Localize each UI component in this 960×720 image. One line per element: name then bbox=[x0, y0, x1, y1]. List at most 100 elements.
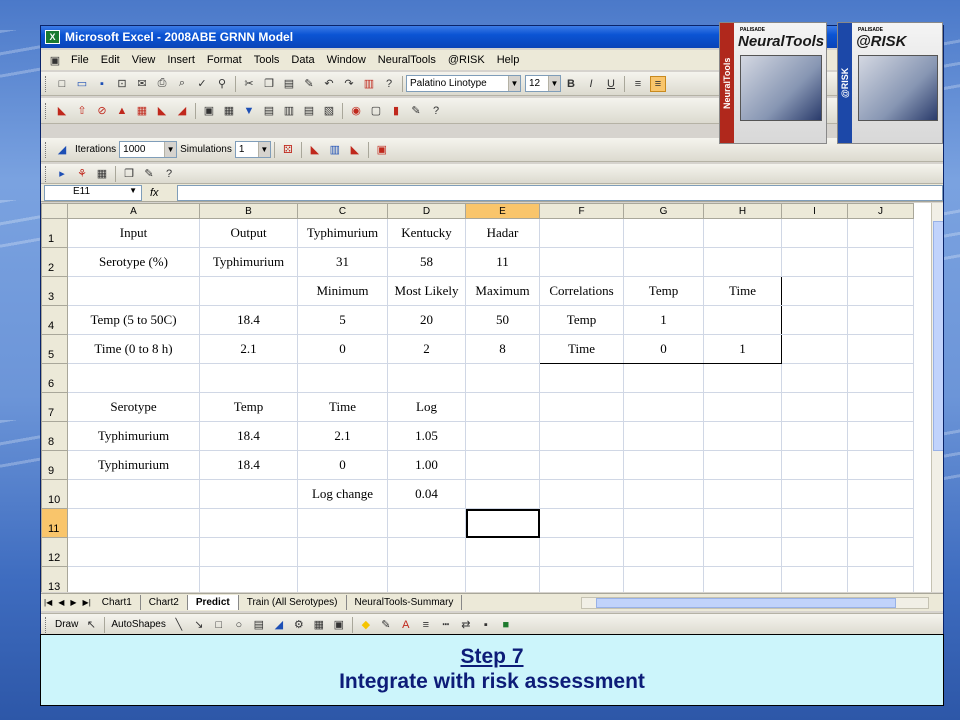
column-header-e[interactable]: E bbox=[465, 203, 540, 219]
random-seed-icon[interactable]: ⚄ bbox=[280, 142, 296, 158]
cell-b2[interactable]: Typhimurium bbox=[199, 247, 298, 277]
scroll-thumb[interactable] bbox=[596, 598, 896, 608]
cell-d10[interactable]: 0.04 bbox=[387, 479, 466, 509]
spelling-icon[interactable]: ✓ bbox=[194, 76, 210, 92]
books-icon[interactable]: ▮ bbox=[388, 103, 404, 119]
cell-j8[interactable] bbox=[847, 421, 914, 451]
tab-neuraltools-summary[interactable]: NeuralTools-Summary bbox=[347, 595, 463, 610]
chevron-down-icon[interactable]: ▼ bbox=[548, 76, 560, 91]
row-header-9[interactable]: 9 bbox=[41, 450, 68, 480]
add-output-icon[interactable]: ▦ bbox=[94, 166, 110, 182]
name-box[interactable]: E11 ▼ bbox=[44, 184, 142, 201]
cell-h8[interactable] bbox=[703, 421, 782, 451]
toolbar-grip[interactable] bbox=[45, 141, 48, 158]
cell-b8[interactable]: 18.4 bbox=[199, 421, 298, 451]
next-sheet-icon[interactable]: ▶ bbox=[70, 598, 76, 607]
row-header-10[interactable]: 10 bbox=[41, 479, 68, 509]
row-header-4[interactable]: 4 bbox=[41, 305, 68, 335]
cell-g6[interactable] bbox=[623, 363, 704, 393]
new-icon[interactable]: □ bbox=[54, 76, 70, 92]
cell-a11[interactable] bbox=[67, 508, 200, 538]
column-header-c[interactable]: C bbox=[297, 203, 388, 219]
cell-a9[interactable]: Typhimurium bbox=[67, 450, 200, 480]
cell-g8[interactable] bbox=[623, 421, 704, 451]
menu-tools[interactable]: Tools bbox=[248, 54, 286, 66]
cell-j7[interactable] bbox=[847, 392, 914, 422]
cell-j5[interactable] bbox=[847, 334, 914, 364]
cell-i7[interactable] bbox=[781, 392, 848, 422]
cell-a7[interactable]: Serotype bbox=[67, 392, 200, 422]
graph-icon[interactable]: ▧ bbox=[321, 103, 337, 119]
cell-i4[interactable] bbox=[781, 305, 848, 335]
insert-function-icon[interactable]: ⚘ bbox=[74, 166, 90, 182]
cell-d12[interactable] bbox=[387, 537, 466, 567]
cell-a1[interactable]: Input bbox=[67, 218, 200, 248]
formula-input[interactable] bbox=[176, 184, 943, 201]
column-header-i[interactable]: I bbox=[781, 203, 848, 219]
autoshapes-menu[interactable]: AutoShapes bbox=[111, 619, 166, 630]
filter-icon[interactable]: ▼ bbox=[241, 103, 257, 119]
underline-button[interactable]: U bbox=[603, 76, 619, 92]
sensitivity-icon[interactable]: ◣ bbox=[347, 142, 363, 158]
horizontal-scrollbar[interactable] bbox=[581, 597, 929, 609]
cell-d6[interactable] bbox=[387, 363, 466, 393]
tab-train[interactable]: Train (All Serotypes) bbox=[239, 595, 347, 610]
cell-g3[interactable]: Temp bbox=[623, 276, 704, 306]
cell-b13[interactable] bbox=[199, 566, 298, 592]
cell-f4[interactable]: Temp bbox=[539, 305, 624, 335]
tab-chart1[interactable]: Chart1 bbox=[94, 595, 141, 610]
cell-d7[interactable]: Log bbox=[387, 392, 466, 422]
cell-e10[interactable] bbox=[465, 479, 540, 509]
open-icon[interactable]: ▭ bbox=[74, 76, 90, 92]
cell-h13[interactable] bbox=[703, 566, 782, 592]
row-header-7[interactable]: 7 bbox=[41, 392, 68, 422]
browse-results-icon[interactable]: ▥ bbox=[327, 142, 343, 158]
clipart-icon[interactable]: ▦ bbox=[311, 617, 327, 633]
cell-a10[interactable] bbox=[67, 479, 200, 509]
cell-d2[interactable]: 58 bbox=[387, 247, 466, 277]
model-window-icon[interactable]: ▦ bbox=[221, 103, 237, 119]
menu-neuraltools[interactable]: NeuralTools bbox=[372, 54, 442, 66]
cell-j12[interactable] bbox=[847, 537, 914, 567]
cell-h1[interactable] bbox=[703, 218, 782, 248]
menu-window[interactable]: Window bbox=[321, 54, 372, 66]
last-sheet-icon[interactable]: ▶| bbox=[83, 598, 91, 607]
cell-h5[interactable]: 1 bbox=[703, 334, 782, 364]
cell-e4[interactable]: 50 bbox=[465, 305, 540, 335]
cell-h4[interactable] bbox=[703, 305, 782, 335]
wordart-icon[interactable]: ◢ bbox=[271, 617, 287, 633]
simulation-settings-icon[interactable]: ◢ bbox=[54, 142, 70, 158]
cell-h12[interactable] bbox=[703, 537, 782, 567]
arrow-style-icon[interactable]: ⇄ bbox=[458, 617, 474, 633]
report-icon[interactable]: ▣ bbox=[374, 142, 390, 158]
cell-d1[interactable]: Kentucky bbox=[387, 218, 466, 248]
cell-a12[interactable] bbox=[67, 537, 200, 567]
start-simulation-icon[interactable]: ◣ bbox=[307, 142, 323, 158]
cell-j4[interactable] bbox=[847, 305, 914, 335]
cell-f5[interactable]: Time bbox=[539, 334, 624, 364]
cell-j13[interactable] bbox=[847, 566, 914, 592]
cell-f6[interactable] bbox=[539, 363, 624, 393]
cell-c10[interactable]: Log change bbox=[297, 479, 388, 509]
cell-e13[interactable] bbox=[465, 566, 540, 592]
cell-c8[interactable]: 2.1 bbox=[297, 421, 388, 451]
cell-j3[interactable] bbox=[847, 276, 914, 306]
menu-file[interactable]: File bbox=[65, 54, 95, 66]
tab-chart2[interactable]: Chart2 bbox=[141, 595, 188, 610]
help-icon[interactable]: ? bbox=[381, 76, 397, 92]
cell-d4[interactable]: 20 bbox=[387, 305, 466, 335]
row-header-11[interactable]: 11 bbox=[41, 508, 68, 538]
cell-i8[interactable] bbox=[781, 421, 848, 451]
cell-i3[interactable] bbox=[781, 276, 848, 306]
cell-g13[interactable] bbox=[623, 566, 704, 592]
select-all-corner[interactable] bbox=[41, 203, 68, 219]
chevron-down-icon[interactable]: ▼ bbox=[164, 142, 177, 157]
cell-e1[interactable]: Hadar bbox=[465, 218, 540, 248]
oval-icon[interactable]: ○ bbox=[231, 617, 247, 633]
chevron-down-icon[interactable]: ▼ bbox=[508, 76, 520, 91]
cell-e11[interactable] bbox=[465, 508, 540, 538]
textbox-icon[interactable]: ▤ bbox=[251, 617, 267, 633]
save-icon[interactable]: ▪ bbox=[94, 76, 110, 92]
column-header-g[interactable]: G bbox=[623, 203, 704, 219]
cell-a8[interactable]: Typhimurium bbox=[67, 421, 200, 451]
